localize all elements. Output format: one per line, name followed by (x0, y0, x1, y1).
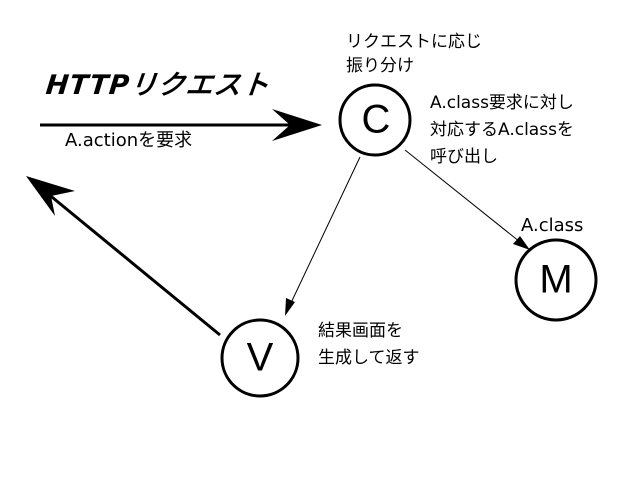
dispatch-note-line: 振り分け (346, 56, 414, 76)
view-letter: V (247, 336, 274, 380)
class-call-note: A.class要求に対し 対応するA.classを 呼び出し (430, 90, 574, 171)
class-call-note-line: 呼び出し (430, 147, 498, 167)
action-request-label: A.actionを要求 (65, 130, 193, 151)
result-note: 結果画面を 生成して返す (318, 318, 420, 372)
class-call-note-line: 対応するA.classを (430, 120, 574, 140)
class-call-note-line: A.class要求に対し (430, 93, 574, 113)
dispatch-note: リクエストに応じ 振り分け (346, 30, 482, 78)
result-note-line: 結果画面を (318, 321, 403, 341)
http-request-label: HTTPリクエスト (44, 70, 272, 101)
dispatch-note-line: リクエストに応じ (346, 32, 482, 52)
controller-to-view-head (285, 298, 295, 316)
response-arrow-line (46, 191, 221, 337)
controller-letter: C (362, 98, 391, 142)
model-class-label: A.class (521, 215, 584, 236)
model-letter: M (539, 258, 572, 302)
controller-to-view-line (289, 156, 361, 306)
result-note-line: 生成して返す (318, 348, 420, 368)
